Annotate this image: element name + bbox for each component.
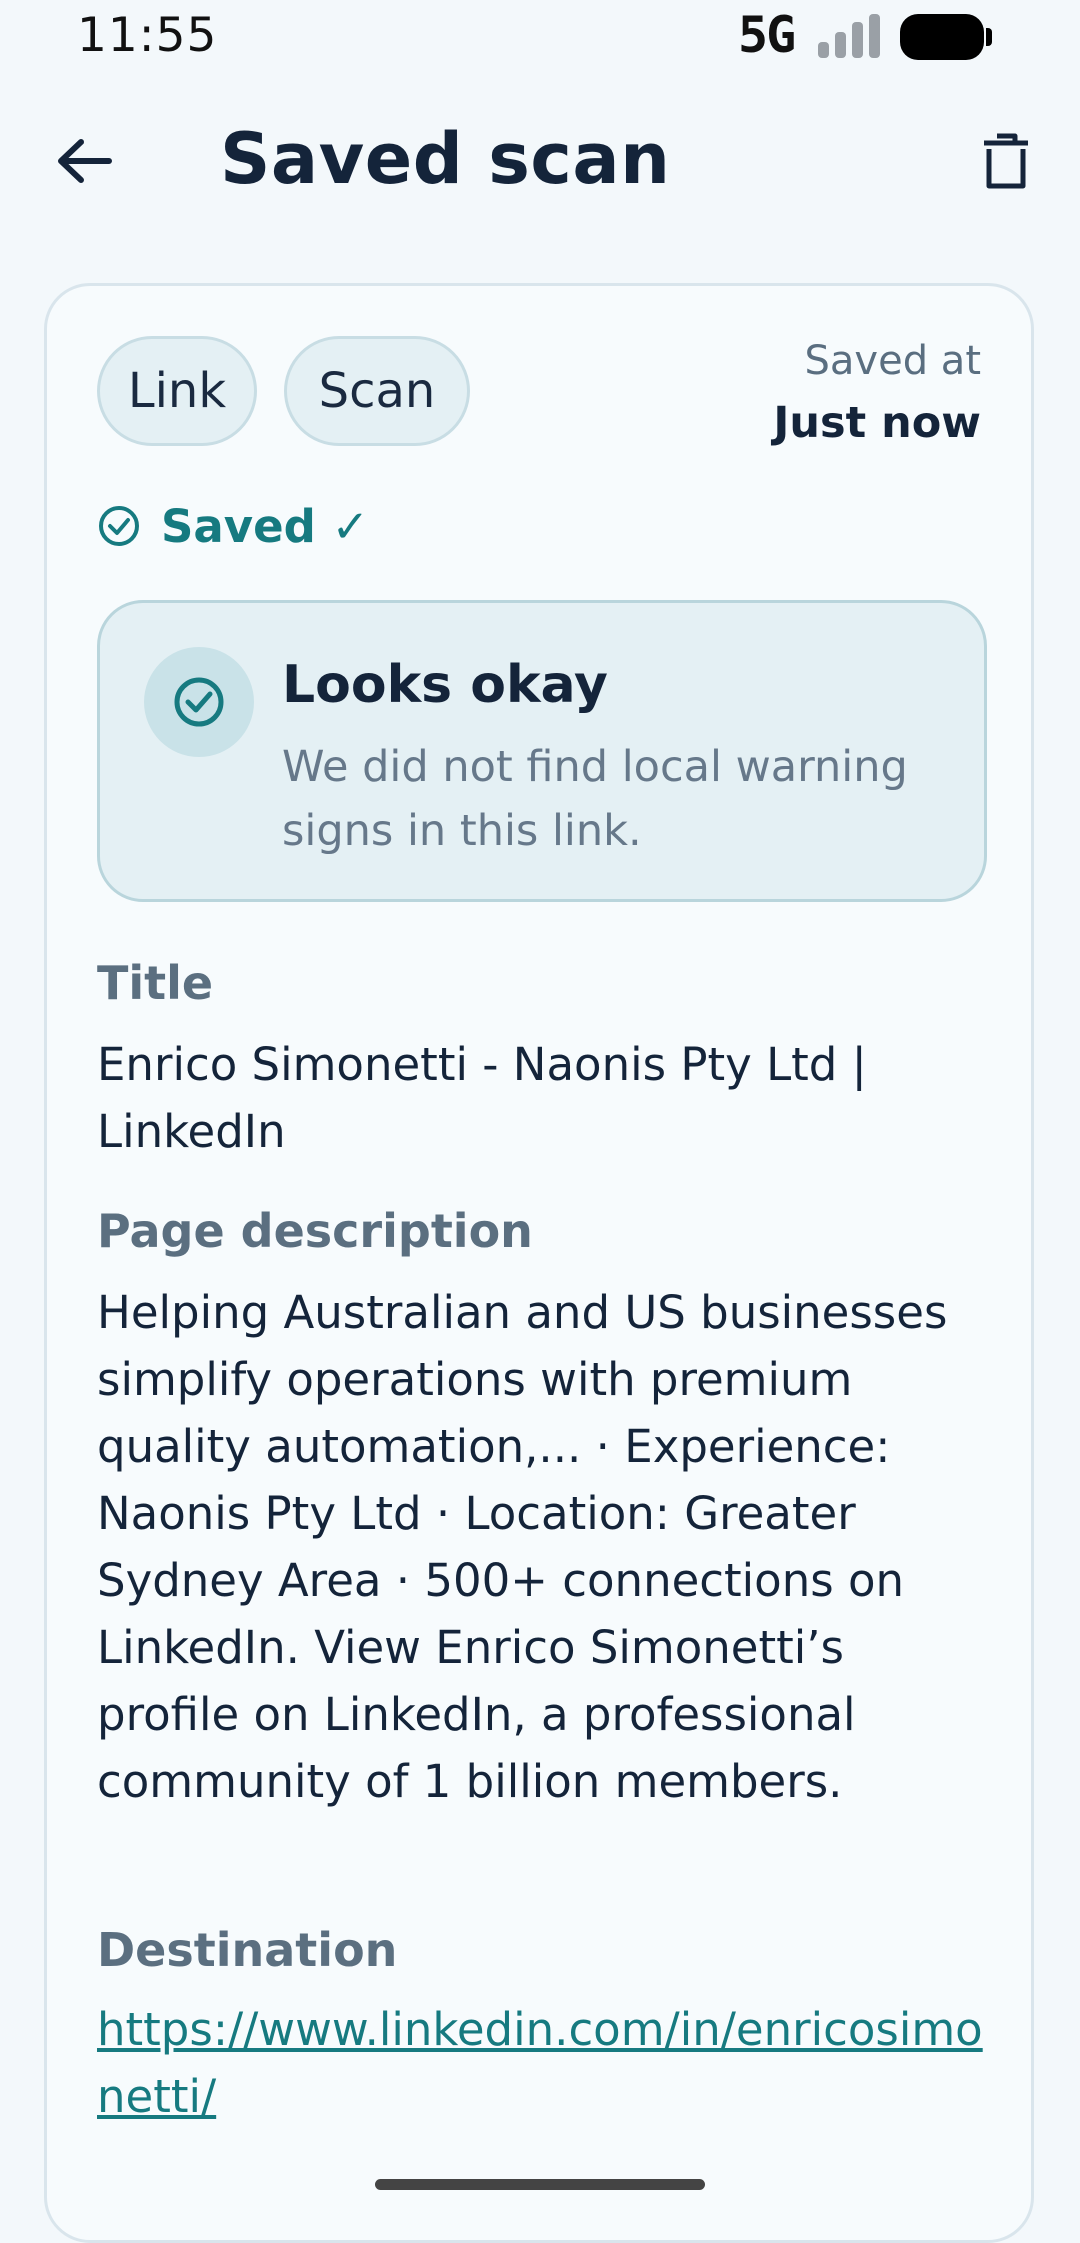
destination-link[interactable]: https://www.linkedin.com/in/enricosimone… [97,1996,997,2130]
delete-button[interactable] [966,121,1046,201]
network-type: 5G [738,6,796,64]
verdict-box: Looks okay We did not find local warning… [97,600,987,902]
battery-icon [900,14,992,60]
page-title: Saved scan [220,118,671,200]
scan-card: Link Scan Saved at Just now Saved ✓ Look… [44,283,1034,2243]
verdict-title: Looks okay [282,655,608,715]
chip-scan: Scan [284,336,470,446]
trash-icon [984,133,1028,189]
signal-icon [818,14,880,58]
title-label: Title [97,956,214,1010]
check-circle-icon [99,506,139,546]
home-indicator[interactable] [375,2179,705,2190]
verdict-body: We did not find local warning signs in t… [282,742,908,856]
back-button[interactable] [44,121,124,201]
chip-link: Link [97,336,257,446]
saved-status: Saved ✓ [97,496,369,556]
description-label: Page description [97,1204,533,1258]
destination-label: Destination [97,1923,398,1977]
status-time: 11:55 [77,8,218,63]
check-circle-icon [174,677,224,727]
verdict-icon [144,647,254,757]
status-bar: 11:55 5G [0,0,1080,76]
title-value: Enrico Simonetti - Naonis Pty Ltd | Link… [97,1038,867,1158]
arrow-left-icon [58,139,112,183]
saved-at-label: Saved at [804,338,981,384]
app-bar: Saved scan [0,76,1080,246]
saved-at-value: Just now [773,398,981,448]
saved-status-text: Saved ✓ [161,499,370,553]
description-value: Helping Australian and US businesses sim… [97,1286,948,1808]
